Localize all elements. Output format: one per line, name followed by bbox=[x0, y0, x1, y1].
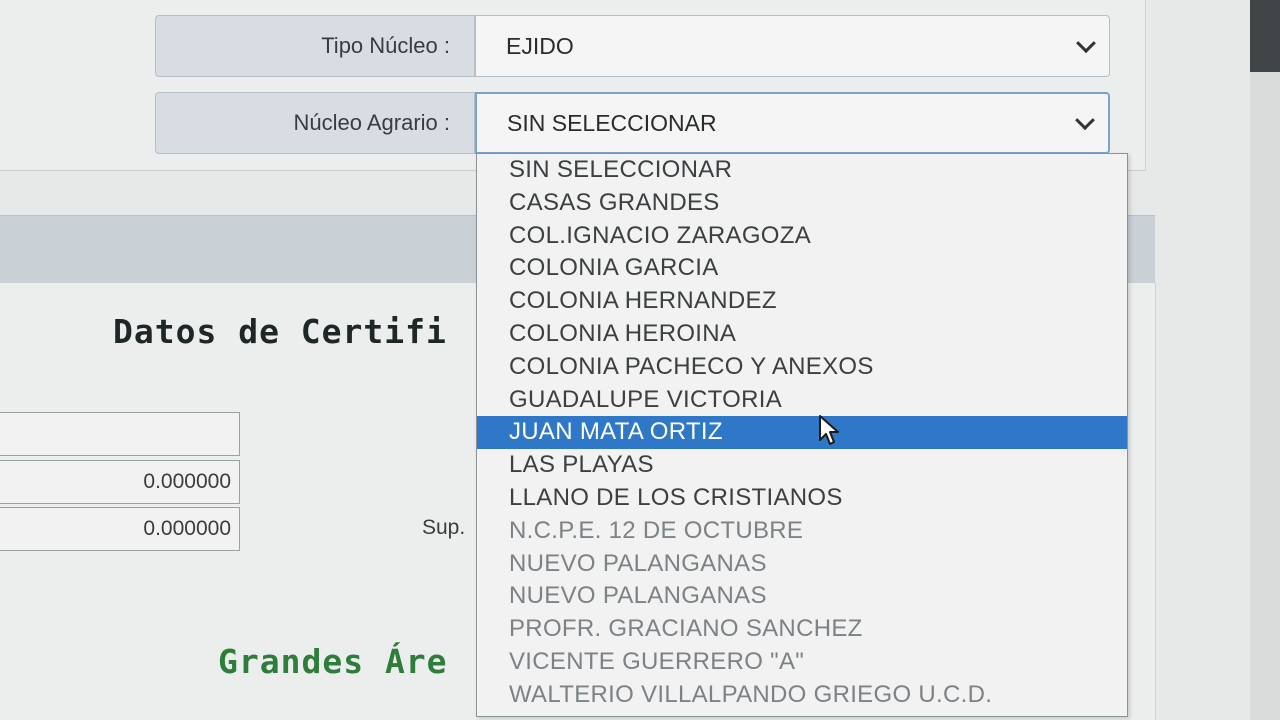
numeric-input[interactable]: 0.000000 bbox=[0, 507, 240, 551]
dropdown-option[interactable]: PROFR. GRACIANO SANCHEZ bbox=[477, 613, 1127, 646]
dropdown-option[interactable]: COLONIA PACHECO Y ANEXOS bbox=[477, 351, 1127, 384]
chevron-down-icon bbox=[1075, 110, 1095, 131]
chevron-down-icon bbox=[1076, 33, 1096, 54]
page-scrollbar-track[interactable] bbox=[1250, 72, 1280, 720]
dropdown-option[interactable]: SIN SELECCIONAR bbox=[477, 154, 1127, 187]
dropdown-option[interactable]: COL.IGNACIO ZARAGOZA bbox=[477, 220, 1127, 253]
dropdown-option[interactable]: NUEVO PALANGANAS bbox=[477, 548, 1127, 581]
nucleo-agrario-dropdown-list[interactable]: SIN SELECCIONAR CASAS GRANDES COL.IGNACIO … bbox=[476, 153, 1128, 717]
dropdown-option[interactable]: N.C.P.E. 12 DE OCTUBRE bbox=[477, 515, 1127, 548]
dropdown-option[interactable]: COLONIA GARCIA bbox=[477, 252, 1127, 285]
tipo-nucleo-label: Tipo Núcleo : bbox=[155, 15, 475, 77]
filter-panel: Tipo Núcleo : EJIDO Núcleo Agrario : SIN… bbox=[0, 0, 1146, 171]
nucleo-agrario-row: Núcleo Agrario : SIN SELECCIONAR bbox=[155, 92, 1110, 154]
dropdown-option[interactable]: COLONIA HEROINA bbox=[477, 318, 1127, 351]
certificate-data-heading: Datos de Certifi bbox=[113, 312, 447, 351]
dropdown-option[interactable]: LAS PLAYAS bbox=[477, 449, 1127, 482]
dropdown-option[interactable]: LLANO DE LOS CRISTIANOS bbox=[477, 482, 1127, 515]
tipo-nucleo-select[interactable]: EJIDO bbox=[475, 15, 1110, 77]
sup-label: Sup. bbox=[422, 516, 466, 539]
numeric-input[interactable]: 0.000000 bbox=[0, 460, 240, 504]
dropdown-option[interactable]: JUAN MATA ORTIZ bbox=[477, 416, 1127, 450]
dropdown-option[interactable]: GUADALUPE VICTORIA bbox=[477, 384, 1127, 417]
mouse-cursor-icon bbox=[819, 415, 839, 445]
text-input[interactable] bbox=[0, 412, 240, 456]
tipo-nucleo-row: Tipo Núcleo : EJIDO bbox=[155, 15, 1110, 77]
dropdown-option[interactable]: CASAS GRANDES bbox=[477, 187, 1127, 220]
tipo-nucleo-value: EJIDO bbox=[506, 33, 574, 59]
page-scrollbar-thumb[interactable] bbox=[1250, 0, 1280, 72]
large-areas-heading: Grandes Áre bbox=[218, 642, 448, 681]
nucleo-agrario-select[interactable]: SIN SELECCIONAR bbox=[475, 92, 1110, 154]
dropdown-option[interactable]: VICENTE GUERRERO "A" bbox=[477, 646, 1127, 679]
nucleo-agrario-label: Núcleo Agrario : bbox=[155, 92, 475, 154]
dropdown-option[interactable]: COLONIA HERNANDEZ bbox=[477, 285, 1127, 318]
dropdown-option[interactable]: NUEVO PALANGANAS bbox=[477, 580, 1127, 613]
dropdown-option[interactable]: WALTERIO VILLALPANDO GRIEGO U.C.D. bbox=[477, 679, 1127, 712]
nucleo-agrario-value: SIN SELECCIONAR bbox=[507, 110, 717, 136]
